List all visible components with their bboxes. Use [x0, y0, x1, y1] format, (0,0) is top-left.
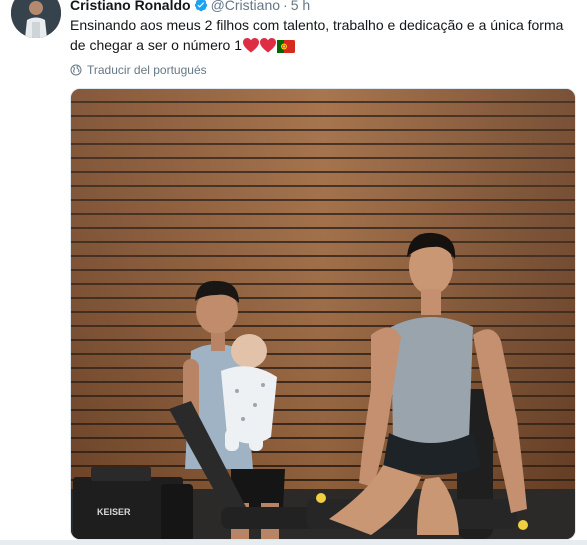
bottom-divider — [0, 540, 587, 545]
gym-photo-illustration: KEISER — [71, 89, 575, 539]
tweet-text-body: Ensinando aos meus 2 filhos com talento,… — [70, 17, 564, 53]
avatar[interactable] — [11, 0, 61, 38]
red-heart-emoji — [260, 38, 276, 58]
red-heart-emoji — [243, 38, 259, 58]
verified-badge-icon — [194, 0, 208, 16]
tweet[interactable]: Cristiano Ronaldo @Cristiano · 5 h Ensinand… — [0, 0, 587, 545]
tweet-photo[interactable]: KEISER — [70, 88, 576, 540]
globe-icon — [70, 64, 82, 76]
author-name[interactable]: Cristiano Ronaldo — [70, 0, 191, 13]
separator-dot: · — [283, 0, 288, 13]
tweet-text: Ensinando aos meus 2 filhos com talento,… — [70, 15, 570, 58]
translate-label: Traducir del portugués — [87, 63, 207, 77]
portugal-flag-emoji — [277, 38, 295, 58]
tweet-timestamp[interactable]: 5 h — [291, 0, 310, 13]
keiser-equipment: KEISER — [73, 467, 193, 539]
tweet-header: Cristiano Ronaldo @Cristiano · 5 h — [70, 0, 310, 14]
translate-link[interactable]: Traducir del portugués — [70, 62, 207, 78]
author-handle[interactable]: @Cristiano — [211, 0, 280, 13]
keiser-brand-label: KEISER — [97, 507, 131, 517]
